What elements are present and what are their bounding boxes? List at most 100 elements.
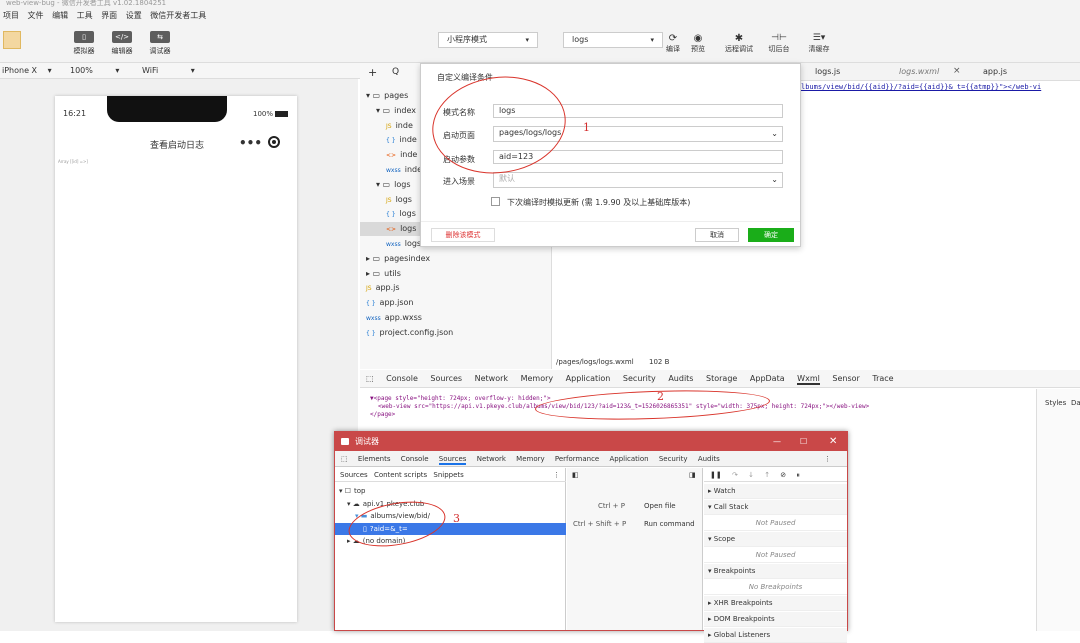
tab-logs-js[interactable]: logs.js — [815, 67, 840, 76]
close-icon[interactable]: ✕ — [829, 432, 837, 451]
step-over-icon[interactable]: ↷ — [732, 471, 738, 479]
pause-on-exceptions-icon[interactable]: ⏸ — [796, 471, 800, 479]
file-tree-item[interactable]: ▸ ▭ utils — [360, 267, 552, 281]
pause-icon[interactable]: ❚❚ — [710, 471, 722, 479]
preview-button[interactable]: ◉ 预览 — [688, 33, 708, 54]
compile-button[interactable]: ⟳ 编译 — [664, 33, 682, 54]
menu-settings[interactable]: 设置 — [126, 11, 142, 20]
zoom-select[interactable]: 100% ▾ — [70, 63, 119, 79]
source-tree-item[interactable]: ▾ ☁ api.v1.pkeye.club — [335, 498, 566, 510]
file-tree-item[interactable]: wxss app.wxss — [360, 311, 552, 325]
toggle-debugger-icon[interactable]: ◨ — [689, 471, 696, 479]
sidebar-section-header[interactable]: ▸ DOM Breakpoints — [704, 612, 847, 627]
tab-trace[interactable]: Trace — [872, 374, 893, 383]
tab-logs-wxml[interactable]: logs.wxml — [899, 67, 939, 76]
json-file-icon: { } — [366, 329, 376, 337]
tab-security[interactable]: Security — [659, 455, 688, 463]
file-tree-label: logs — [400, 224, 417, 234]
tab-console[interactable]: Console — [401, 455, 429, 463]
close-capsule-icon[interactable] — [268, 136, 280, 148]
scene-select[interactable]: 默认 ⌄ — [493, 172, 783, 188]
more-icon[interactable]: ••• — [239, 136, 262, 150]
subtab-content-scripts[interactable]: Content scripts — [374, 471, 427, 479]
tab-audits[interactable]: Audits — [668, 374, 693, 383]
sidebar-section-header[interactable]: ▾ Breakpoints — [704, 564, 847, 579]
mode-select[interactable]: 小程序模式 ▾ — [438, 32, 538, 48]
tab-appdata[interactable]: AppData — [750, 374, 785, 383]
search-icon[interactable]: Q — [392, 67, 399, 77]
sidebar-section-header[interactable]: ▾ Call Stack — [704, 500, 847, 515]
source-tree-item[interactable]: ▾ ☐ top — [335, 485, 566, 497]
tab-network[interactable]: Network — [477, 455, 506, 463]
more-options-icon[interactable]: ⋮ — [553, 468, 560, 482]
minimize-icon[interactable]: — — [773, 432, 781, 451]
background-button[interactable]: ⊣⊢ 切后台 — [766, 33, 792, 54]
sidebar-section-header[interactable]: ▸ XHR Breakpoints — [704, 596, 847, 611]
debugger-title: 调试器 — [355, 437, 379, 446]
step-into-icon[interactable]: ↓ — [748, 471, 754, 479]
tab-sources[interactable]: Sources — [438, 455, 467, 465]
tab-wxml[interactable]: Wxml — [797, 374, 820, 385]
menu-tools[interactable]: 工具 — [77, 11, 93, 20]
inspect-icon[interactable]: ⬚ — [366, 374, 374, 383]
tab-application[interactable]: Application — [566, 374, 611, 383]
close-icon[interactable]: × — [953, 66, 961, 76]
confirm-button[interactable]: 确定 — [748, 228, 794, 242]
sidebar-section-header[interactable]: ▾ Scope — [704, 532, 847, 547]
tab-network[interactable]: Network — [475, 374, 508, 383]
status-path: /pages/logs/logs.wxml — [556, 358, 634, 366]
file-tree-item[interactable]: { } app.json — [360, 296, 552, 310]
tab-performance[interactable]: Performance — [555, 455, 599, 463]
avatar[interactable] — [3, 31, 21, 49]
simulator-button[interactable]: ▯ 模拟器 — [72, 31, 96, 56]
simulator-icon: ▯ — [74, 31, 94, 43]
tab-console[interactable]: Console — [386, 374, 418, 383]
cancel-button[interactable]: 取消 — [695, 228, 739, 242]
tab-app-js[interactable]: app.js — [983, 67, 1007, 76]
switch-icon: ⊣⊢ — [771, 33, 787, 43]
menu-devtools[interactable]: 微信开发者工具 — [150, 11, 206, 20]
tab-dataset[interactable]: Da — [1071, 399, 1080, 407]
remote-debug-button[interactable]: ✱ 远程调试 — [722, 33, 756, 54]
subtab-sources[interactable]: Sources — [340, 471, 368, 479]
add-file-icon[interactable]: + — [368, 66, 377, 79]
sidebar-section-header[interactable]: ▸ Watch — [704, 484, 847, 499]
deactivate-breakpoints-icon[interactable]: ⊘ — [780, 471, 786, 479]
subtab-snippets[interactable]: Snippets — [433, 471, 463, 479]
tab-sources[interactable]: Sources — [430, 374, 462, 383]
file-tree-item[interactable]: ▸ ▭ pagesindex — [360, 252, 552, 266]
tab-security[interactable]: Security — [623, 374, 656, 383]
step-out-icon[interactable]: ↑ — [764, 471, 770, 479]
js-file-icon: JS — [386, 196, 392, 204]
tab-styles[interactable]: Styles — [1045, 399, 1066, 407]
tab-elements[interactable]: Elements — [358, 455, 391, 463]
menu-view[interactable]: 界面 — [101, 11, 117, 20]
device-select[interactable]: iPhone X ▾ — [2, 63, 52, 79]
menu-file[interactable]: 文件 — [28, 11, 44, 20]
sidebar-section-header[interactable]: ▸ Global Listeners — [704, 628, 847, 643]
inspect-icon[interactable]: ⬚ — [341, 455, 348, 463]
tab-storage[interactable]: Storage — [706, 374, 737, 383]
file-tree-item[interactable]: { } project.config.json — [360, 326, 552, 340]
compile-mode-select[interactable]: logs ▾ — [563, 32, 663, 48]
clear-cache-button[interactable]: ☰▾ 清缓存 — [805, 33, 833, 54]
menu-project[interactable]: 项目 — [3, 11, 19, 20]
simulate-update-checkbox[interactable] — [491, 197, 500, 206]
file-tree-item[interactable]: JS app.js — [360, 281, 552, 295]
wxml-file-icon: <> — [386, 226, 397, 234]
toolbar: ▯ 模拟器 </> 编辑器 ⇆ 调试器 小程序模式 ▾ logs ▾ ⟳ 编译 … — [0, 23, 1080, 63]
tab-memory[interactable]: Memory — [521, 374, 554, 383]
simulator-label: 模拟器 — [73, 47, 95, 55]
menu-edit[interactable]: 编辑 — [52, 11, 68, 20]
toggle-navigator-icon[interactable]: ◧ — [572, 471, 579, 479]
tab-audits[interactable]: Audits — [698, 455, 720, 463]
delete-mode-button[interactable]: 删除该模式 — [431, 228, 495, 242]
tab-application[interactable]: Application — [609, 455, 648, 463]
more-options-icon[interactable]: ⋮ — [824, 451, 831, 467]
tab-sensor[interactable]: Sensor — [832, 374, 859, 383]
editor-button[interactable]: </> 编辑器 — [110, 31, 134, 56]
network-select[interactable]: WiFi ▾ — [142, 63, 195, 79]
debugger-button[interactable]: ⇆ 调试器 — [148, 31, 172, 56]
maximize-icon[interactable]: ☐ — [800, 432, 807, 451]
tab-memory[interactable]: Memory — [516, 455, 544, 463]
